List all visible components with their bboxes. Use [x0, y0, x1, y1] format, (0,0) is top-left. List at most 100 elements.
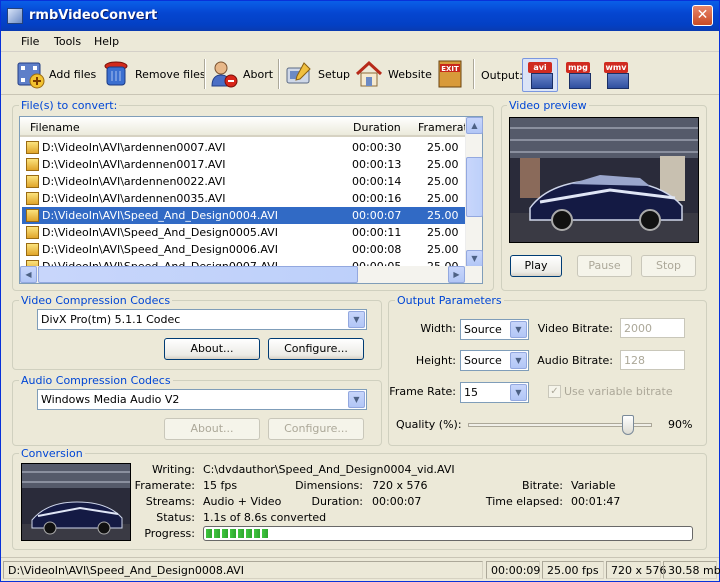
video-preview-image	[509, 117, 699, 243]
output-mpg-button[interactable]: mpg	[560, 58, 596, 92]
remove-files-button[interactable]: Remove files	[101, 57, 206, 91]
film-icon	[531, 73, 553, 89]
progress-label: Progress:	[144, 527, 195, 540]
framerate-select[interactable]: 15 ▼	[460, 382, 529, 403]
remove-files-label: Remove files	[135, 67, 206, 81]
audio-codec-value: Windows Media Audio V2	[41, 393, 180, 406]
conv-framerate-label: Framerate:	[134, 479, 195, 492]
chevron-down-icon[interactable]: ▼	[348, 391, 365, 408]
horizontal-scrollbar[interactable]: ◀ ▶	[20, 266, 482, 283]
table-row[interactable]: D:\VideoIn\AVI\ardennen0035.AVI 00:00:16 2…	[22, 190, 466, 207]
row-duration: 00:00:07	[352, 209, 402, 222]
exit-icon-text: EXIT	[441, 65, 459, 73]
row-filename: D:\VideoIn\AVI\ardennen0007.AVI	[42, 141, 226, 154]
file-icon	[26, 175, 39, 188]
video-bitrate-input[interactable]: 2000	[620, 318, 685, 338]
house-icon	[354, 59, 384, 89]
video-codec-select[interactable]: DivX Pro(tm) 5.1.1 Codec ▼	[37, 309, 367, 330]
audio-codec-select[interactable]: Windows Media Audio V2 ▼	[37, 389, 367, 410]
video-bitrate-label: Video Bitrate:	[537, 322, 613, 335]
table-row[interactable]: D:\VideoIn\AVI\ardennen0007.AVI 00:00:30 2…	[22, 139, 466, 156]
width-value: Source	[464, 323, 502, 336]
column-duration[interactable]: Duration	[353, 121, 401, 134]
height-label: Height:	[415, 354, 456, 367]
video-about-button[interactable]: About...	[164, 338, 260, 360]
row-framerate: 25.00	[427, 175, 459, 188]
output-avi-button[interactable]: avi	[522, 58, 558, 92]
audio-bitrate-label: Audio Bitrate:	[537, 354, 613, 367]
row-framerate: 25.00	[427, 141, 459, 154]
elapsed-label: Time elapsed:	[485, 495, 563, 508]
conversion-thumbnail	[21, 463, 131, 541]
width-label: Width:	[420, 322, 456, 335]
conv-framerate-value: 15 fps	[203, 479, 238, 492]
row-duration: 00:00:16	[352, 192, 402, 205]
status-file: D:\VideoIn\AVI\Speed_And_Design0008.AVI	[3, 561, 483, 579]
vertical-scroll-thumb[interactable]	[466, 157, 483, 217]
abort-icon	[209, 59, 239, 89]
width-select[interactable]: Source ▼	[460, 319, 529, 340]
pause-button[interactable]: Pause	[577, 255, 632, 277]
chevron-down-icon[interactable]: ▼	[510, 384, 527, 401]
window-title: rmbVideoConvert	[29, 8, 158, 23]
scroll-down-button[interactable]: ▼	[466, 250, 483, 267]
website-button[interactable]: Website	[354, 57, 432, 91]
quality-slider-thumb[interactable]	[621, 415, 634, 435]
status-value: 1.1s of 8.6s converted	[203, 511, 327, 524]
title-bar[interactable]: rmbVideoConvert ✕	[1, 1, 719, 31]
table-row[interactable]: D:\VideoIn\AVI\Speed_And_Design0004.AVI 0…	[22, 207, 466, 224]
menu-tools[interactable]: Tools	[54, 35, 81, 48]
table-row[interactable]: D:\VideoIn\AVI\ardennen0017.AVI 00:00:13 2…	[22, 156, 466, 173]
stop-button[interactable]: Stop	[641, 255, 696, 277]
column-filename[interactable]: Filename	[30, 121, 80, 134]
chevron-down-icon[interactable]: ▼	[348, 311, 365, 328]
dimensions-value: 720 x 576	[372, 479, 428, 492]
table-row[interactable]: D:\VideoIn\AVI\Speed_And_Design0006.AVI 0…	[22, 241, 466, 258]
video-codec-value: DivX Pro(tm) 5.1.1 Codec	[41, 313, 181, 326]
duration-value: 00:00:07	[372, 495, 422, 508]
scroll-right-button[interactable]: ▶	[448, 266, 465, 283]
status-fps: 25.00 fps	[542, 561, 604, 579]
file-list[interactable]: Filename Duration Framerate D:\VideoIn\A…	[19, 116, 483, 284]
abort-button[interactable]: Abort	[209, 57, 273, 91]
audio-bitrate-input[interactable]: 128	[620, 350, 685, 370]
vertical-scrollbar[interactable]: ▲ ▼	[465, 117, 483, 267]
writing-label: Writing:	[152, 463, 195, 476]
scroll-up-button[interactable]: ▲	[466, 117, 483, 134]
row-filename: D:\VideoIn\AVI\Speed_And_Design0004.AVI	[42, 209, 278, 222]
height-select[interactable]: Source ▼	[460, 350, 529, 371]
table-row[interactable]: D:\VideoIn\AVI\ardennen0022.AVI 00:00:14 2…	[22, 173, 466, 190]
menu-help[interactable]: Help	[94, 35, 119, 48]
close-button[interactable]: ✕	[692, 5, 713, 26]
chevron-down-icon[interactable]: ▼	[510, 321, 527, 338]
progress-bar	[203, 526, 693, 541]
table-row[interactable]: D:\VideoIn\AVI\Speed_And_Design0005.AVI 0…	[22, 224, 466, 241]
vbr-checkbox[interactable]: ✓	[548, 385, 561, 398]
chevron-down-icon[interactable]: ▼	[510, 352, 527, 369]
setup-label: Setup	[318, 67, 351, 81]
row-filename: D:\VideoIn\AVI\ardennen0017.AVI	[42, 158, 226, 171]
file-icon	[26, 209, 39, 222]
exit-button[interactable]: EXIT	[437, 57, 467, 91]
status-label: Status:	[156, 511, 195, 524]
output-mpg-label: mpg	[566, 62, 590, 73]
audio-configure-button[interactable]: Configure...	[268, 418, 364, 440]
toolbar: Add files Remove files Abort Setup Websi…	[1, 53, 719, 95]
scroll-left-button[interactable]: ◀	[20, 266, 37, 283]
video-configure-button[interactable]: Configure...	[268, 338, 364, 360]
add-files-button[interactable]: Add files	[15, 57, 96, 91]
output-wmv-button[interactable]: wmv	[598, 58, 634, 92]
setup-button[interactable]: Setup	[284, 57, 350, 91]
row-filename: D:\VideoIn\AVI\Speed_And_Design0005.AVI	[42, 226, 278, 239]
play-button[interactable]: Play	[510, 255, 562, 277]
status-duration: 00:00:09	[486, 561, 540, 579]
status-dimensions: 720 x 576	[606, 561, 667, 579]
menu-file[interactable]: File	[21, 35, 39, 48]
audio-about-button[interactable]: About...	[164, 418, 260, 440]
output-params-title: Output Parameters	[395, 294, 504, 307]
row-framerate: 25.00	[427, 243, 459, 256]
quality-label: Quality (%):	[396, 418, 462, 431]
horizontal-scroll-thumb[interactable]	[38, 266, 358, 283]
row-duration: 00:00:14	[352, 175, 402, 188]
files-group-title: File(s) to convert:	[19, 99, 120, 112]
